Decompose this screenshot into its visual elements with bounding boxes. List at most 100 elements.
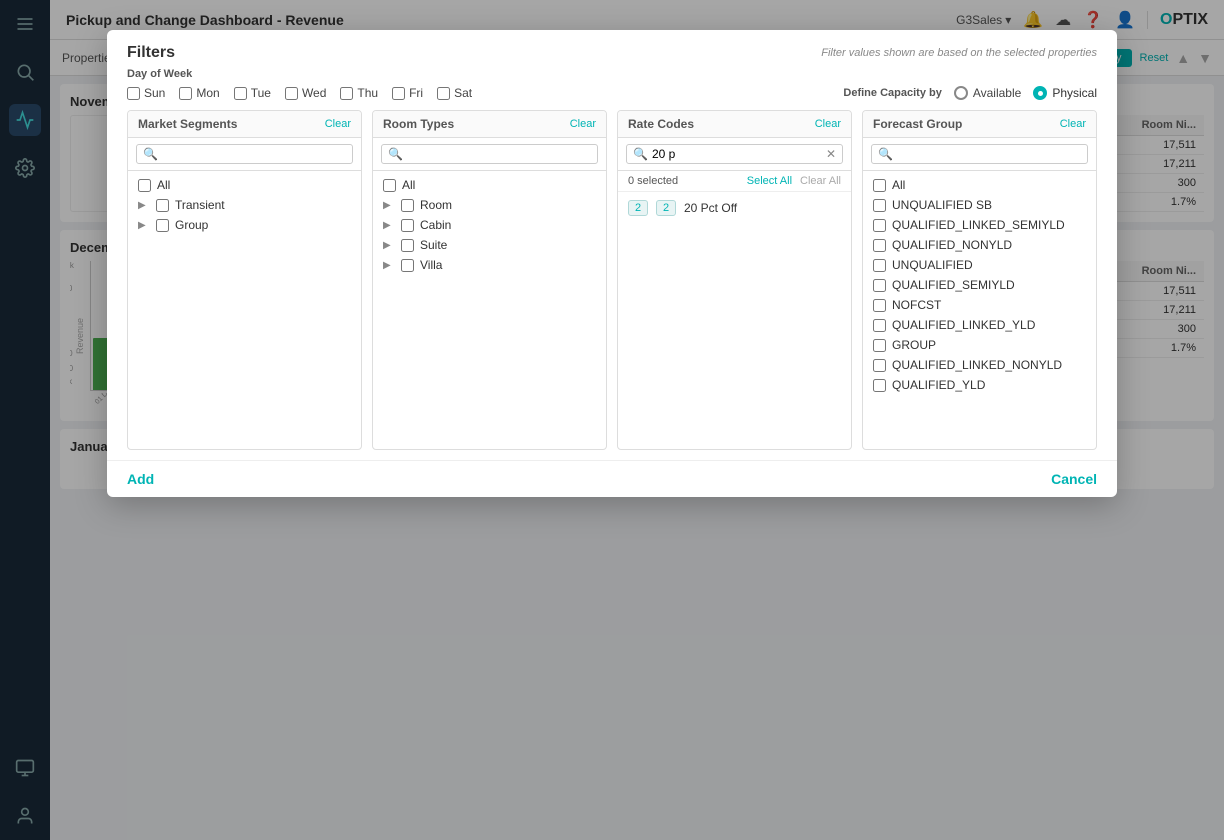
list-item[interactable]: UNQUALIFIED SB: [863, 195, 1096, 215]
room-types-list: All ▶ Room ▶ Cabin ▶ Su: [373, 171, 606, 279]
list-item[interactable]: NOFCST: [863, 295, 1096, 315]
market-segments-panel: Market Segments Clear 🔍 All ▶: [127, 110, 362, 450]
transient-checkbox[interactable]: [156, 199, 169, 212]
dow-row: Sun Mon Tue Wed Thu Fri Sat Define Capac…: [127, 86, 1097, 100]
available-radio[interactable]: [954, 86, 968, 100]
expand-icon[interactable]: ▶: [383, 260, 395, 271]
rate-select-all[interactable]: Select All: [747, 175, 792, 187]
rate-codes-panel: Rate Codes Clear 🔍 ✕ 0 selected Select A…: [617, 110, 852, 450]
rate-codes-header: Rate Codes Clear: [618, 111, 851, 138]
forecast-group-panel: Forecast Group Clear 🔍 All: [862, 110, 1097, 450]
search-icon: 🔍: [388, 147, 403, 161]
search-icon: 🔍: [633, 147, 648, 161]
capacity-available[interactable]: Available: [954, 86, 1021, 100]
forecast-group-list: All UNQUALIFIED SB QUALIFIED_LINKED_SEMI…: [863, 171, 1096, 399]
sat-checkbox[interactable]: [437, 87, 450, 100]
list-item[interactable]: 2 2 20 Pct Off: [618, 196, 851, 220]
rate-name: 20 Pct Off: [684, 201, 737, 215]
room-types-search-area: 🔍: [373, 138, 606, 171]
modal-hint: Filter values shown are based on the sel…: [821, 47, 1097, 59]
list-item[interactable]: ▶ Group: [128, 215, 361, 235]
all-fg-checkbox[interactable]: [873, 179, 886, 192]
dow-thu[interactable]: Thu: [340, 86, 378, 100]
capacity-label: Define Capacity by: [843, 87, 941, 99]
capacity-physical[interactable]: Physical: [1033, 86, 1097, 100]
list-item[interactable]: All: [863, 175, 1096, 195]
group-checkbox[interactable]: [156, 219, 169, 232]
list-item[interactable]: QUALIFIED_LINKED_YLD: [863, 315, 1096, 335]
rate-clear-all[interactable]: Clear All: [800, 175, 841, 187]
dow-mon[interactable]: Mon: [179, 86, 219, 100]
list-item[interactable]: ▶ Cabin: [373, 215, 606, 235]
list-item[interactable]: ▶ Room: [373, 195, 606, 215]
mon-checkbox[interactable]: [179, 87, 192, 100]
list-item[interactable]: QUALIFIED_NONYLD: [863, 235, 1096, 255]
dow-tue[interactable]: Tue: [234, 86, 271, 100]
modal-overlay: Filters Filter values shown are based on…: [0, 0, 1224, 840]
market-segments-clear[interactable]: Clear: [325, 118, 351, 130]
list-item[interactable]: GROUP: [863, 335, 1096, 355]
fri-checkbox[interactable]: [392, 87, 405, 100]
list-item[interactable]: ▶ Villa: [373, 255, 606, 275]
forecast-group-header: Forecast Group Clear: [863, 111, 1096, 138]
rate-badge: 2: [628, 200, 648, 216]
room-types-header: Room Types Clear: [373, 111, 606, 138]
rate-controls: 0 selected Select All Clear All: [618, 171, 851, 192]
rate-search-clear-icon[interactable]: ✕: [826, 147, 836, 161]
list-item[interactable]: QUALIFIED_LINKED_SEMIYLD: [863, 215, 1096, 235]
expand-icon[interactable]: ▶: [383, 240, 395, 251]
list-item[interactable]: QUALIFIED_LINKED_NONYLD: [863, 355, 1096, 375]
room-types-search-input[interactable]: [407, 147, 591, 161]
list-item[interactable]: QUALIFIED_YLD: [863, 375, 1096, 395]
filter-panels: Market Segments Clear 🔍 All ▶: [107, 110, 1117, 460]
dow-fri[interactable]: Fri: [392, 86, 423, 100]
search-icon: 🔍: [143, 147, 158, 161]
market-segments-header: Market Segments Clear: [128, 111, 361, 138]
modal-footer: Add Cancel: [107, 460, 1117, 497]
market-segments-list: All ▶ Transient ▶ Group: [128, 171, 361, 239]
rate-codes-list: 2 2 20 Pct Off: [618, 192, 851, 224]
room-types-panel: Room Types Clear 🔍 All ▶: [372, 110, 607, 450]
room-checkbox[interactable]: [401, 199, 414, 212]
all-checkbox[interactable]: [383, 179, 396, 192]
day-of-week-section: Day of Week Sun Mon Tue Wed Thu Fri Sat …: [107, 68, 1117, 110]
expand-icon[interactable]: ▶: [383, 200, 395, 211]
suite-checkbox[interactable]: [401, 239, 414, 252]
rate-codes-search-area: 🔍 ✕: [618, 138, 851, 171]
list-item[interactable]: ▶ Suite: [373, 235, 606, 255]
modal-title: Filters: [127, 44, 175, 62]
list-item[interactable]: UNQUALIFIED: [863, 255, 1096, 275]
dow-sat[interactable]: Sat: [437, 86, 472, 100]
rate-selected-count: 0 selected: [628, 175, 678, 187]
add-button[interactable]: Add: [127, 471, 154, 487]
cancel-button[interactable]: Cancel: [1051, 471, 1097, 487]
thu-checkbox[interactable]: [340, 87, 353, 100]
sun-checkbox[interactable]: [127, 87, 140, 100]
market-segments-search-area: 🔍: [128, 138, 361, 171]
expand-icon[interactable]: ▶: [383, 220, 395, 231]
rate-code: 2: [656, 200, 676, 216]
list-item[interactable]: QUALIFIED_SEMIYLD: [863, 275, 1096, 295]
search-icon: 🔍: [878, 147, 893, 161]
forecast-group-clear[interactable]: Clear: [1060, 118, 1086, 130]
cabin-checkbox[interactable]: [401, 219, 414, 232]
expand-icon[interactable]: ▶: [138, 200, 150, 211]
room-types-clear[interactable]: Clear: [570, 118, 596, 130]
list-item[interactable]: All: [373, 175, 606, 195]
list-item[interactable]: ▶ Transient: [128, 195, 361, 215]
physical-radio[interactable]: [1033, 86, 1047, 100]
dow-label: Day of Week: [127, 68, 1097, 80]
all-checkbox[interactable]: [138, 179, 151, 192]
list-item[interactable]: All: [128, 175, 361, 195]
forecast-group-search-area: 🔍: [863, 138, 1096, 171]
wed-checkbox[interactable]: [285, 87, 298, 100]
tue-checkbox[interactable]: [234, 87, 247, 100]
rate-codes-clear[interactable]: Clear: [815, 118, 841, 130]
market-segments-search-input[interactable]: [162, 147, 346, 161]
villa-checkbox[interactable]: [401, 259, 414, 272]
dow-sun[interactable]: Sun: [127, 86, 165, 100]
dow-wed[interactable]: Wed: [285, 86, 326, 100]
rate-codes-search-input[interactable]: [652, 147, 826, 161]
expand-icon[interactable]: ▶: [138, 220, 150, 231]
forecast-group-search-input[interactable]: [897, 147, 1081, 161]
